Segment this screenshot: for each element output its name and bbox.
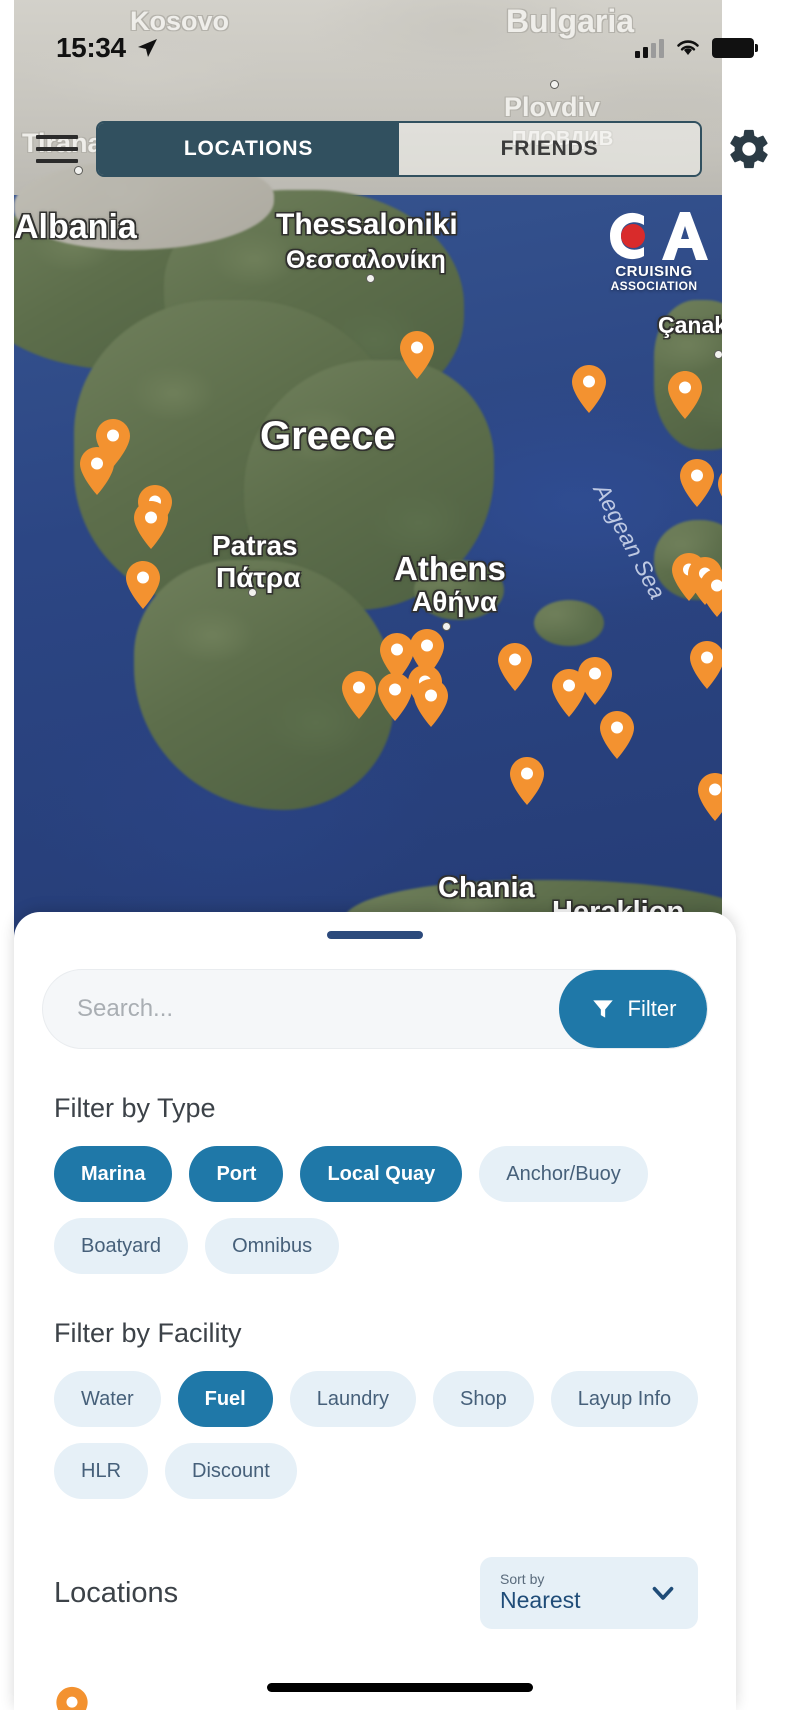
chip-facility-fuel[interactable]: Fuel (177, 1371, 273, 1427)
sort-by-value: Nearest (500, 1586, 581, 1613)
status-time-label: 15:34 (56, 32, 126, 63)
location-arrow-icon (137, 39, 157, 57)
locations-title: Locations (54, 1576, 179, 1609)
search-input[interactable] (43, 970, 559, 1048)
map-pin[interactable] (666, 370, 704, 420)
map-label: Albania (14, 208, 137, 246)
map-pin[interactable] (570, 364, 608, 414)
locations-header-row: Locations Sort by Nearest (54, 1557, 698, 1629)
tab-locations[interactable]: LOCATIONS (98, 123, 399, 175)
status-indicators (635, 38, 758, 58)
map-label: Chania (438, 872, 535, 904)
map-pin[interactable] (412, 678, 450, 728)
home-indicator (267, 1683, 533, 1692)
map-label: Greece (260, 414, 396, 458)
tab-friends[interactable]: FRIENDS (399, 123, 700, 175)
chip-type-omnibus[interactable]: Omnibus (205, 1218, 340, 1274)
map-label: Thessaloniki (276, 208, 458, 241)
chip-type-boatyard[interactable]: Boatyard (54, 1218, 189, 1274)
filter-by-facility-chip-group[interactable]: Water Fuel Laundry Shop Layup Info HLR Discoun… (54, 1371, 706, 1499)
map-pin[interactable] (598, 710, 636, 760)
map-city-dot (366, 274, 375, 283)
map-label: Πάτρα (216, 562, 301, 593)
filter-button-label: Filter (627, 996, 677, 1021)
gear-icon[interactable] (726, 126, 772, 172)
filter-by-type-title: Filter by Type (54, 1093, 216, 1123)
map-pin[interactable] (576, 656, 614, 706)
map-pin[interactable] (688, 640, 726, 690)
view-mode-segmented-control[interactable]: LOCATIONS FRIENDS (96, 121, 702, 177)
map-pin-icon (56, 1686, 88, 1710)
chip-type-port[interactable]: Port (189, 1146, 284, 1202)
battery-full-icon (712, 38, 758, 58)
bottom-sheet: Filter Filter by Type Marina Port Local Qu… (14, 912, 736, 1710)
map-pin[interactable] (496, 642, 534, 692)
locations-list-first-item-peek[interactable] (54, 1686, 124, 1710)
filter-by-type-chip-group[interactable]: Marina Port Local Quay Anchor/Buoy Boatyard O… (54, 1146, 706, 1274)
map-label: Patras (212, 530, 298, 561)
chevron-down-icon (652, 1586, 674, 1600)
chip-facility-shop[interactable]: Shop (433, 1371, 534, 1427)
chip-facility-hlr[interactable]: HLR (54, 1443, 149, 1499)
chip-facility-layup-info[interactable]: Layup Info (550, 1371, 699, 1427)
logo-subtitle: ASSOCIATION (610, 278, 698, 293)
cellular-signal-icon (635, 38, 664, 58)
map-pin[interactable] (124, 560, 162, 610)
map-label: Θεσσαλονίκη (286, 246, 446, 274)
chip-type-anchor-buoy[interactable]: Anchor/Buoy (479, 1146, 648, 1202)
logo-title: CRUISING (615, 263, 693, 280)
hamburger-menu-icon[interactable] (36, 132, 78, 166)
funnel-icon (592, 1000, 613, 1018)
chip-facility-discount[interactable]: Discount (165, 1443, 297, 1499)
map-label: Αθήνα (412, 586, 498, 617)
search-row: Filter (42, 969, 708, 1049)
filter-by-facility-title: Filter by Facility (54, 1318, 242, 1348)
wifi-icon (677, 40, 699, 55)
chip-type-local-quay[interactable]: Local Quay (300, 1146, 463, 1202)
chip-facility-water[interactable]: Water (54, 1371, 161, 1427)
map-pin[interactable] (132, 500, 170, 550)
chip-type-marina[interactable]: Marina (54, 1146, 173, 1202)
cruising-association-logo: CRUISING ASSOCIATION (596, 208, 712, 292)
map-pin[interactable] (398, 330, 436, 380)
sort-by-labels: Sort by Nearest (500, 1572, 581, 1613)
chip-facility-laundry[interactable]: Laundry (289, 1371, 417, 1427)
map-pin[interactable] (340, 670, 378, 720)
status-time-group: 15:34 (56, 32, 159, 64)
filter-button[interactable]: Filter (559, 970, 707, 1048)
top-navigation-bar: LOCATIONS FRIENDS (0, 118, 800, 180)
map-pin[interactable] (678, 458, 716, 508)
ca-monogram-icon (600, 208, 708, 264)
map-land-island-b (534, 600, 604, 646)
map-label: Athens (394, 550, 506, 587)
status-bar: 15:34 (0, 0, 800, 96)
sheet-drag-handle[interactable] (327, 931, 423, 939)
app-screen: KosovoBulgariaPlovdivПЛОВДИВTiranaMacedo… (0, 0, 800, 1710)
sort-by-dropdown[interactable]: Sort by Nearest (480, 1557, 698, 1629)
map-pin[interactable] (78, 446, 116, 496)
map-pin[interactable] (508, 756, 546, 806)
sort-by-label: Sort by (500, 1571, 545, 1588)
